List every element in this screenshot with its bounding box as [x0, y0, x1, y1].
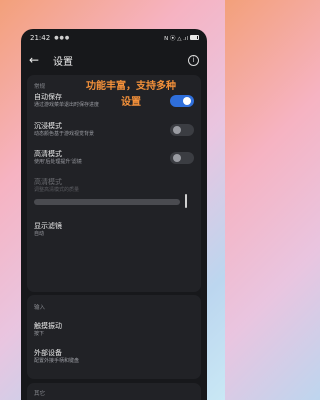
haptics-setting[interactable]: 触摸振动 按下: [34, 322, 194, 338]
input-section-card: 输入 触摸振动 按下 外部设备 配置外接手柄和键盘: [27, 295, 201, 379]
signal-icons: N ⦿ △ .ıl: [164, 35, 188, 42]
immersive-toggle[interactable]: [170, 124, 194, 136]
status-time: 21:42: [30, 33, 51, 42]
hd-quality-description: 调整高清模式的质量: [34, 187, 80, 193]
info-icon[interactable]: i: [188, 54, 199, 66]
display-filter-value: 自动: [34, 231, 45, 237]
back-arrow-icon[interactable]: ←: [29, 53, 47, 67]
haptics-value: 按下: [34, 331, 45, 337]
section-title-general: 常规: [34, 84, 46, 90]
hd-quality-slider-handle: [185, 194, 187, 208]
external-devices-description: 配置外接手柄和键盘: [34, 358, 80, 364]
external-devices-setting[interactable]: 外部设备 配置外接手柄和键盘: [34, 349, 194, 365]
immersive-setting[interactable]: 沉浸模式 动态颜色基于游戏视觉背景: [34, 122, 194, 138]
promo-caption-line2: 设置: [121, 97, 141, 108]
app-bar: ← 设置 i: [21, 49, 207, 71]
section-title-input: 输入: [34, 305, 46, 311]
battery-icon: [190, 35, 199, 40]
haptics-label: 触摸振动: [34, 322, 62, 330]
promo-caption: 功能丰富，支持多种 设置: [71, 79, 191, 111]
section-title-other: 其它: [34, 391, 46, 397]
display-filter-label: 显示滤镜: [34, 222, 62, 230]
page-title: 设置: [53, 56, 73, 68]
promo-caption-line1: 功能丰富，支持多种: [86, 81, 176, 92]
hd-mode-setting[interactable]: 高清模式 使用'后处理提升'滤镜: [34, 150, 194, 166]
phone-screen: 21:42 ●●● N ⦿ △ .ıl ← 设置 i 常规 自动保存 通过游戏菜…: [21, 29, 207, 400]
hd-quality-slider: [34, 199, 180, 205]
notification-icons: ●●●: [54, 34, 71, 41]
display-filter-setting[interactable]: 显示滤镜 自动: [34, 222, 194, 238]
external-devices-label: 外部设备: [34, 349, 62, 357]
hd-mode-toggle[interactable]: [170, 152, 194, 164]
status-bar: 21:42 ●●● N ⦿ △ .ıl: [21, 29, 207, 46]
hd-quality-setting: 高清模式 调整高清模式的质量: [34, 178, 194, 194]
other-section-card: 其它: [27, 383, 201, 400]
hd-quality-label: 高清模式: [34, 178, 62, 186]
